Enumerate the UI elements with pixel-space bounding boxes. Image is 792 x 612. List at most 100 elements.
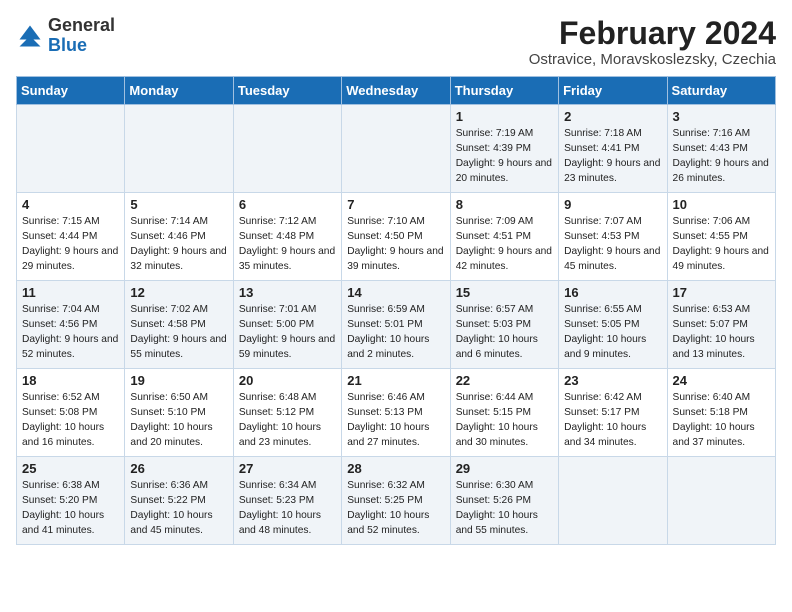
- daylight-text: Daylight: 9 hours and 52 minutes.: [22, 334, 118, 360]
- day-number: 22: [456, 373, 553, 388]
- sunrise-text: Sunrise: 6:36 AM: [130, 480, 208, 491]
- daylight-text: Daylight: 10 hours and 16 minutes.: [22, 422, 104, 448]
- daylight-text: Daylight: 10 hours and 34 minutes.: [564, 422, 646, 448]
- calendar-week-2: 4Sunrise: 7:15 AMSunset: 4:44 PMDaylight…: [17, 193, 776, 281]
- day-number: 2: [564, 109, 661, 124]
- logo-general: General: [48, 15, 115, 35]
- day-number: 15: [456, 285, 553, 300]
- calendar-cell: 11Sunrise: 7:04 AMSunset: 4:56 PMDayligh…: [17, 281, 125, 369]
- logo-text: General Blue: [48, 16, 115, 56]
- header-friday: Friday: [559, 77, 667, 105]
- sunset-text: Sunset: 4:58 PM: [130, 319, 205, 330]
- sunrise-text: Sunrise: 6:57 AM: [456, 304, 534, 315]
- day-info: Sunrise: 7:04 AMSunset: 4:56 PMDaylight:…: [22, 303, 119, 362]
- calendar-cell: 25Sunrise: 6:38 AMSunset: 5:20 PMDayligh…: [17, 457, 125, 545]
- daylight-text: Daylight: 10 hours and 13 minutes.: [673, 334, 755, 360]
- sunrise-text: Sunrise: 7:04 AM: [22, 304, 100, 315]
- daylight-text: Daylight: 10 hours and 41 minutes.: [22, 510, 104, 536]
- day-info: Sunrise: 7:06 AMSunset: 4:55 PMDaylight:…: [673, 215, 770, 274]
- sunrise-text: Sunrise: 7:07 AM: [564, 216, 642, 227]
- day-info: Sunrise: 6:59 AMSunset: 5:01 PMDaylight:…: [347, 303, 444, 362]
- sunrise-text: Sunrise: 7:18 AM: [564, 128, 642, 139]
- calendar-cell: 20 Sunrise: 6:48 AMSunset: 5:12 PMDayligh…: [233, 369, 341, 457]
- calendar-cell: 15Sunrise: 6:57 AMSunset: 5:03 PMDayligh…: [450, 281, 558, 369]
- daylight-text: Daylight: 9 hours and 42 minutes.: [456, 246, 552, 272]
- calendar-table: Sunday Monday Tuesday Wednesday Thursday…: [16, 76, 776, 545]
- header-monday: Monday: [125, 77, 233, 105]
- page-header: General Blue February 2024 Ostravice, Mo…: [16, 16, 776, 68]
- calendar-cell: 9Sunrise: 7:07 AMSunset: 4:53 PMDaylight…: [559, 193, 667, 281]
- calendar-cell: [17, 105, 125, 193]
- calendar-cell: 26 Sunrise: 6:36 AMSunset: 5:22 PMDayligh…: [125, 457, 233, 545]
- day-number: 3: [673, 109, 770, 124]
- calendar-cell: 28Sunrise: 6:32 AMSunset: 5:25 PMDayligh…: [342, 457, 450, 545]
- calendar-cell: 6Sunrise: 7:12 AMSunset: 4:48 PMDaylight…: [233, 193, 341, 281]
- calendar-cell: 8Sunrise: 7:09 AMSunset: 4:51 PMDaylight…: [450, 193, 558, 281]
- sunset-text: Sunset: 5:17 PM: [564, 407, 639, 418]
- sunrise-text: Sunrise: 7:01 AM: [239, 304, 317, 315]
- sunrise-text: Sunrise: 7:16 AM: [673, 128, 751, 139]
- sunset-text: Sunset: 4:41 PM: [564, 143, 639, 154]
- day-number: 27: [239, 461, 336, 476]
- day-number: 10: [673, 197, 770, 212]
- day-info: Sunrise: 6:52 AMSunset: 5:08 PMDaylight:…: [22, 391, 119, 450]
- calendar-cell: [559, 457, 667, 545]
- daylight-text: Daylight: 10 hours and 48 minutes.: [239, 510, 321, 536]
- daylight-text: Daylight: 10 hours and 2 minutes.: [347, 334, 429, 360]
- day-number: 7: [347, 197, 444, 212]
- calendar-cell: 12Sunrise: 7:02 AMSunset: 4:58 PMDayligh…: [125, 281, 233, 369]
- calendar-cell: 10 Sunrise: 7:06 AMSunset: 4:55 PMDayligh…: [667, 193, 775, 281]
- calendar-week-5: 25Sunrise: 6:38 AMSunset: 5:20 PMDayligh…: [17, 457, 776, 545]
- day-info: Sunrise: 7:14 AMSunset: 4:46 PMDaylight:…: [130, 215, 227, 274]
- day-number: 18: [22, 373, 119, 388]
- sunset-text: Sunset: 5:10 PM: [130, 407, 205, 418]
- daylight-text: Daylight: 10 hours and 9 minutes.: [564, 334, 646, 360]
- calendar-cell: [125, 105, 233, 193]
- day-info: Sunrise: 7:16 AMSunset: 4:43 PMDaylight:…: [673, 127, 770, 186]
- daylight-text: Daylight: 10 hours and 52 minutes.: [347, 510, 429, 536]
- day-info: Sunrise: 7:15 AMSunset: 4:44 PMDaylight:…: [22, 215, 119, 274]
- header-row: Sunday Monday Tuesday Wednesday Thursday…: [17, 77, 776, 105]
- day-info: Sunrise: 6:55 AMSunset: 5:05 PMDaylight:…: [564, 303, 661, 362]
- calendar-week-4: 18 Sunrise: 6:52 AMSunset: 5:08 PMDayligh…: [17, 369, 776, 457]
- header-saturday: Saturday: [667, 77, 775, 105]
- daylight-text: Daylight: 9 hours and 20 minutes.: [456, 158, 552, 184]
- sunset-text: Sunset: 5:03 PM: [456, 319, 531, 330]
- logo-blue: Blue: [48, 35, 87, 55]
- sunset-text: Sunset: 5:15 PM: [456, 407, 531, 418]
- day-info: Sunrise: 6:48 AMSunset: 5:12 PMDaylight:…: [239, 391, 336, 450]
- daylight-text: Daylight: 9 hours and 39 minutes.: [347, 246, 443, 272]
- calendar-cell: 14Sunrise: 6:59 AMSunset: 5:01 PMDayligh…: [342, 281, 450, 369]
- day-info: Sunrise: 6:44 AMSunset: 5:15 PMDaylight:…: [456, 391, 553, 450]
- day-number: 16: [564, 285, 661, 300]
- daylight-text: Daylight: 10 hours and 45 minutes.: [130, 510, 212, 536]
- day-number: 13: [239, 285, 336, 300]
- day-number: 9: [564, 197, 661, 212]
- sunrise-text: Sunrise: 6:40 AM: [673, 392, 751, 403]
- sunrise-text: Sunrise: 6:46 AM: [347, 392, 425, 403]
- sunset-text: Sunset: 5:23 PM: [239, 495, 314, 506]
- day-info: Sunrise: 6:57 AMSunset: 5:03 PMDaylight:…: [456, 303, 553, 362]
- sunrise-text: Sunrise: 7:19 AM: [456, 128, 534, 139]
- day-number: 29: [456, 461, 553, 476]
- day-info: Sunrise: 7:10 AM Sunset: 4:50 PM Daylight:…: [347, 215, 444, 274]
- day-number: 26: [130, 461, 227, 476]
- sunset-text: Sunset: 4:50 PM: [347, 231, 422, 242]
- daylight-text: Daylight: 9 hours and 55 minutes.: [130, 334, 226, 360]
- day-info: Sunrise: 6:30 AMSunset: 5:26 PMDaylight:…: [456, 479, 553, 538]
- sunset-text: Sunset: 5:08 PM: [22, 407, 97, 418]
- daylight-text: Daylight: 9 hours and 49 minutes.: [673, 246, 769, 272]
- daylight-text: Daylight: 10 hours and 37 minutes.: [673, 422, 755, 448]
- day-info: Sunrise: 6:42 AMSunset: 5:17 PMDaylight:…: [564, 391, 661, 450]
- calendar-cell: 4Sunrise: 7:15 AMSunset: 4:44 PMDaylight…: [17, 193, 125, 281]
- sunset-text: Sunset: 5:07 PM: [673, 319, 748, 330]
- day-number: 20: [239, 373, 336, 388]
- calendar-cell: 24Sunrise: 6:40 AMSunset: 5:18 PMDayligh…: [667, 369, 775, 457]
- daylight-text: Daylight: 9 hours and 32 minutes.: [130, 246, 226, 272]
- day-info: Sunrise: 7:18 AMSunset: 4:41 PMDaylight:…: [564, 127, 661, 186]
- day-info: Sunrise: 6:34 AMSunset: 5:23 PMDaylight:…: [239, 479, 336, 538]
- sunrise-text: Sunrise: 7:10 AM: [347, 216, 425, 227]
- day-number: 5: [130, 197, 227, 212]
- day-info: Sunrise: 6:36 AMSunset: 5:22 PMDaylight:…: [130, 479, 227, 538]
- calendar-title: February 2024: [529, 16, 776, 51]
